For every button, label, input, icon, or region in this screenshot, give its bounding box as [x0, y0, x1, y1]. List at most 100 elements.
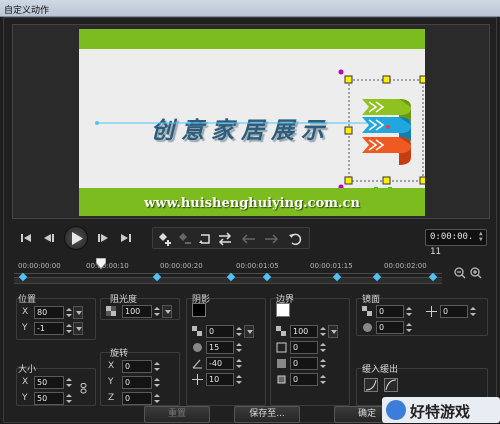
mirror-title: 镜面 [362, 295, 381, 305]
shadow-color-swatch[interactable] [192, 303, 206, 317]
border-width-icon [276, 342, 287, 353]
rotation-y-label: Y [108, 377, 114, 387]
play-icon [72, 232, 83, 245]
position-y-label: Y [22, 323, 28, 333]
preview-canvas[interactable]: 创意家居展示 www.huishenghuiying.com.cn [79, 29, 425, 216]
position-x-spinner[interactable] [65, 306, 72, 319]
shadow-opacity-dropdown[interactable] [244, 325, 254, 338]
rotation-x-spinner[interactable] [153, 360, 160, 373]
border-width-spinner[interactable] [319, 341, 326, 354]
position-x-input[interactable]: 80 [34, 306, 64, 319]
ruler-label: 00:00:01:05 [236, 262, 279, 270]
position-y-spinner[interactable] [65, 322, 72, 335]
opacity-dropdown[interactable] [162, 305, 172, 318]
border-edge-spinner[interactable] [319, 373, 326, 386]
rotation-z-spinner[interactable] [153, 392, 160, 405]
shadow-blur-spinner[interactable] [235, 341, 242, 354]
mirror-opacity-input[interactable]: 0 [376, 305, 404, 318]
border-opacity-input[interactable]: 100 [290, 325, 318, 338]
rotation-x-input[interactable]: 0 [122, 360, 152, 373]
save-as-button[interactable]: 保存至... [234, 406, 300, 423]
opacity-spinner[interactable] [153, 305, 160, 318]
position-title: 位置 [18, 295, 37, 305]
border-color-swatch[interactable] [276, 303, 290, 317]
rotation-y-input[interactable]: 0 [122, 376, 152, 389]
dialog-client: 创意家居展示 www.huishenghuiying.com.cn 0:00:0… [3, 17, 497, 423]
timecode-field[interactable]: 0:00:00. 11 ▲ ▼ [425, 229, 487, 257]
size-y-label: Y [22, 393, 28, 403]
rotate-keyframe-icon[interactable] [287, 231, 303, 247]
reset-button[interactable]: 重置 [144, 406, 210, 423]
border-edge-input[interactable]: 0 [290, 373, 318, 386]
border-blur-input[interactable]: 0 [290, 357, 318, 370]
anchor-point [386, 125, 390, 129]
shadow-angle-input[interactable]: -40 [206, 357, 234, 370]
move-right-icon[interactable] [263, 231, 279, 247]
zoom-out-icon[interactable] [454, 267, 466, 279]
size-x-spinner[interactable] [65, 376, 72, 389]
dialog-window: 自定义动作 创意家居展示 www.huishenghuiying.com.cn … [0, 0, 500, 423]
play-button[interactable] [64, 226, 88, 250]
border-opacity-spinner[interactable] [319, 325, 326, 338]
keyframe-toolbar [152, 227, 310, 249]
shadow-opacity-spinner[interactable] [235, 325, 242, 338]
ruler-label: 00:00:00:10 [86, 262, 129, 270]
shadow-angle-spinner[interactable] [235, 357, 242, 370]
next-frame-icon[interactable] [96, 230, 112, 246]
ruler-label: 00:00:00:20 [160, 262, 203, 270]
shadow-distance-spinner[interactable] [235, 373, 242, 386]
position-x-label: X [22, 307, 29, 317]
link-icon[interactable] [78, 383, 89, 394]
mirror-blur-spinner[interactable] [405, 321, 412, 334]
handle-bl [344, 176, 353, 185]
shadow-opacity-input[interactable]: 0 [206, 325, 234, 338]
mirror-distance-spinner[interactable] [469, 305, 476, 318]
timecode-spinner[interactable]: ▲ ▼ [479, 231, 485, 244]
reverse-icon[interactable] [197, 231, 213, 247]
size-x-label: X [22, 377, 29, 387]
playhead-icon[interactable] [96, 258, 106, 270]
position-y-input[interactable]: -1 [34, 322, 64, 335]
rotation-z-input[interactable]: 0 [122, 392, 152, 405]
handle-bc [382, 176, 391, 185]
move-left-icon[interactable] [241, 231, 257, 247]
ease-in-icon[interactable] [364, 378, 378, 392]
remove-keyframe-icon[interactable] [177, 231, 193, 247]
ease-title: 缓入缓出 [362, 365, 399, 375]
mirror-distance-input[interactable]: 0 [440, 305, 468, 318]
mirror-opacity-icon [362, 306, 372, 316]
preview-panel: 创意家居展示 www.huishenghuiying.com.cn [12, 24, 490, 219]
size-x-input[interactable]: 50 [34, 376, 64, 389]
time-ruler: 00:00:00:00 00:00:00:10 00:00:00:20 00:0… [14, 260, 442, 274]
position-y-dropdown[interactable] [73, 322, 83, 335]
shadow-distance-icon [192, 374, 203, 385]
opacity-input[interactable]: 100 [122, 305, 152, 318]
timeline[interactable]: 00:00:00:00 00:00:00:10 00:00:00:20 00:0… [14, 258, 482, 290]
go-end-icon[interactable] [118, 230, 134, 246]
shadow-blur-input[interactable]: 15 [206, 341, 234, 354]
rotation-title: 旋转 [110, 349, 129, 359]
shadow-opacity-icon [192, 326, 202, 336]
transport-bar: 0:00:00. 11 ▲ ▼ [12, 226, 490, 257]
shadow-distance-input[interactable]: 10 [206, 373, 234, 386]
ease-out-icon[interactable] [384, 378, 398, 392]
mirror-opacity-spinner[interactable] [405, 305, 412, 318]
size-y-spinner[interactable] [65, 392, 72, 405]
go-start-icon[interactable] [18, 230, 34, 246]
zoom-in-icon[interactable] [470, 267, 482, 279]
border-width-input[interactable]: 0 [290, 341, 318, 354]
add-keyframe-icon[interactable] [157, 231, 173, 247]
size-y-input[interactable]: 50 [34, 392, 64, 405]
rotation-z-label: Z [108, 393, 115, 403]
shadow-angle-icon [192, 359, 202, 369]
rotation-y-spinner[interactable] [153, 376, 160, 389]
window-title: 自定义动作 [4, 6, 50, 16]
opacity-title: 阻光度 [110, 295, 138, 305]
handle-tc [382, 75, 391, 84]
position-x-dropdown[interactable] [73, 306, 83, 319]
border-opacity-dropdown[interactable] [328, 325, 338, 338]
swap-icon[interactable] [217, 231, 233, 247]
mirror-blur-input[interactable]: 0 [376, 321, 404, 334]
border-blur-spinner[interactable] [319, 357, 326, 370]
prev-frame-icon[interactable] [40, 230, 56, 246]
